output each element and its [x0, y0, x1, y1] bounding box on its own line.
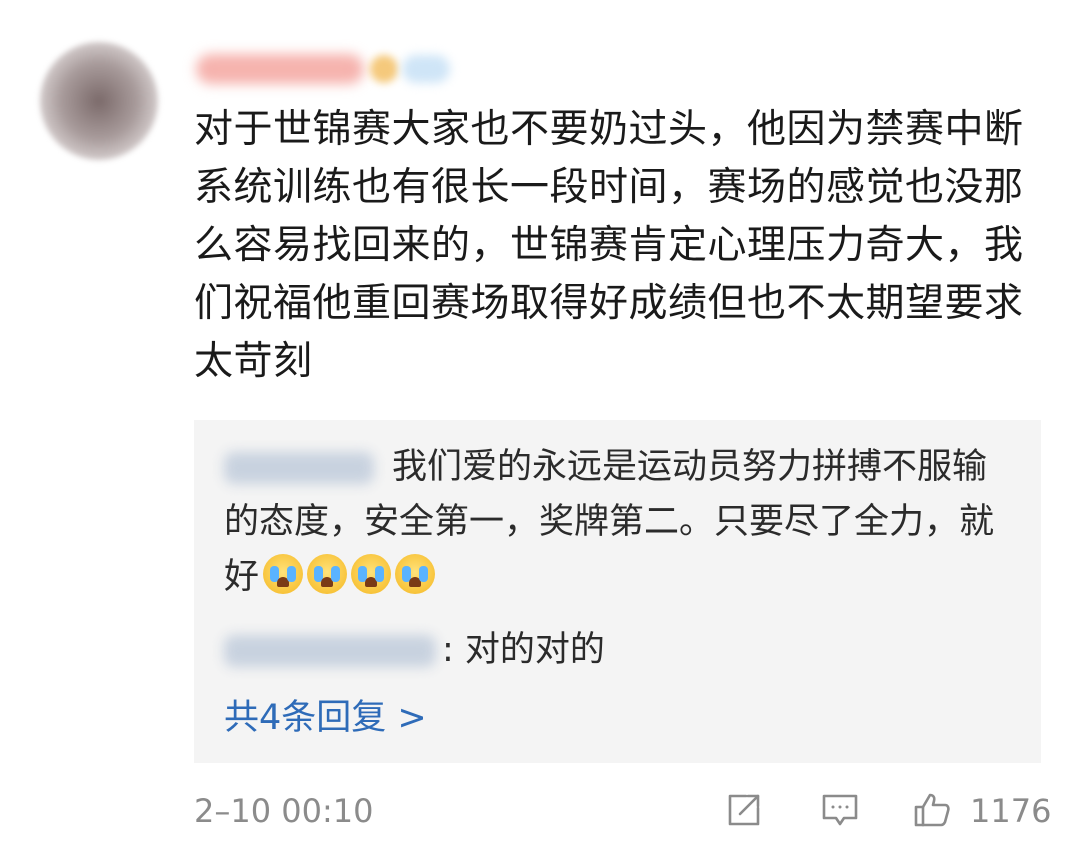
reply-box[interactable]: 我们爱的永远是运动员努力拼搏不服输的态度，安全第一，奖牌第二。只要尽了全力，就好… — [194, 420, 1041, 763]
verified-badge-icon — [370, 55, 398, 83]
vip-badge-icon — [402, 55, 450, 83]
crying-face-icon — [351, 554, 392, 594]
more-replies-link[interactable]: 共4条回复 > — [224, 692, 427, 744]
crying-face-icon — [395, 554, 436, 594]
comment-text: 对于世锦赛大家也不要奶过头，他因为禁赛中断系统训练也有很长一段时间，赛场的感觉也… — [194, 107, 1024, 384]
reply-item[interactable]: 我们爱的永远是运动员努力拼搏不服输的态度，安全第一，奖牌第二。只要尽了全力，就好 — [224, 440, 1014, 605]
comment-icon[interactable] — [820, 790, 860, 830]
reply-item[interactable]: : 对的对的 — [224, 623, 1014, 678]
crying-face-icon — [307, 554, 348, 594]
reply-author-redacted[interactable] — [224, 635, 436, 667]
reply-text: : 对的对的 — [442, 630, 605, 670]
timestamp: 2–10 00:10 — [194, 792, 374, 830]
thumbs-up-icon[interactable] — [912, 790, 952, 830]
comment-card: 对于世锦赛大家也不要奶过头，他因为禁赛中断系统训练也有很长一段时间，赛场的感觉也… — [0, 0, 1080, 843]
username-redacted[interactable] — [196, 48, 454, 90]
share-icon[interactable] — [724, 790, 764, 830]
reply-author-redacted[interactable] — [224, 452, 374, 484]
avatar[interactable] — [40, 42, 158, 160]
comment-footer: 2–10 00:10 1176 — [0, 780, 1080, 842]
crying-face-icon — [263, 554, 304, 594]
username-blur — [196, 54, 364, 84]
like-count: 1176 — [970, 792, 1052, 830]
